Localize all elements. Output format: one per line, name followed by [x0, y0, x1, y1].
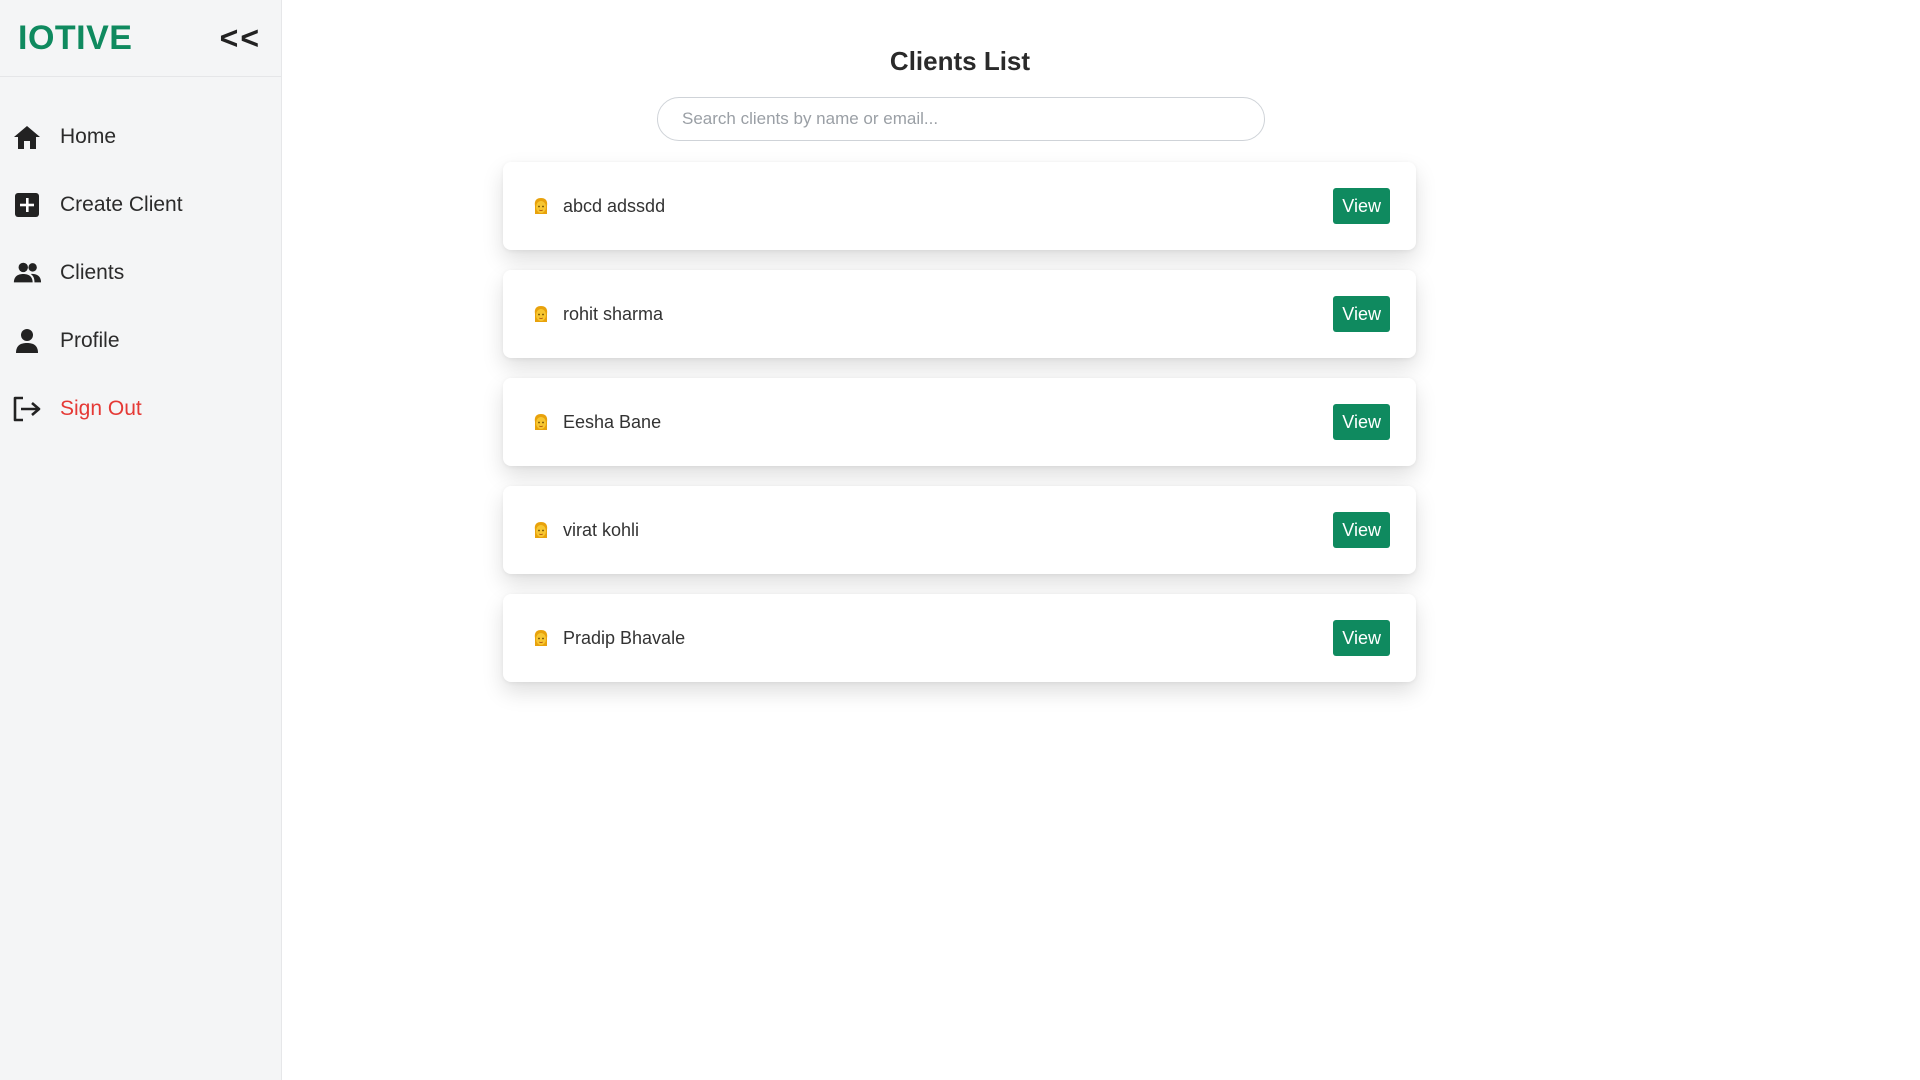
search-input[interactable]: [657, 97, 1265, 141]
sidebar-item-label: Home: [60, 125, 117, 148]
client-card: rohit sharma View: [503, 270, 1416, 358]
person-emoji-icon: [533, 521, 549, 539]
plus-square-icon: [12, 190, 42, 220]
client-name: virat kohli: [563, 519, 640, 540]
sidebar-item-sign-out[interactable]: Sign Out: [0, 375, 281, 443]
sidebar-header: IOTIVE <<: [0, 0, 281, 77]
sidebar-item-label: Profile: [60, 329, 120, 352]
client-card: Pradip Bhavale View: [503, 594, 1416, 682]
person-emoji-icon: [533, 305, 549, 323]
person-emoji-icon: [533, 413, 549, 431]
sidebar-item-label: Sign Out: [60, 397, 142, 420]
client-name: abcd adssdd: [563, 195, 666, 216]
person-emoji-icon: [533, 197, 549, 215]
user-icon: [12, 326, 42, 356]
sidebar-item-home[interactable]: Home: [0, 103, 281, 171]
sidebar-item-clients[interactable]: Clients: [0, 239, 281, 307]
view-client-button[interactable]: View: [1333, 296, 1390, 332]
client-name: Pradip Bhavale: [563, 627, 686, 648]
client-name: Eesha Bane: [563, 411, 662, 432]
view-client-button[interactable]: View: [1333, 512, 1390, 548]
sign-out-icon: [12, 394, 42, 424]
sidebar-item-label: Create Client: [60, 193, 183, 216]
main-content: Clients List abcd adssdd View rohit shar…: [282, 0, 1920, 1080]
collapse-sidebar-button[interactable]: <<: [220, 20, 261, 57]
users-icon: [12, 258, 42, 288]
person-emoji-icon: [533, 629, 549, 647]
view-client-button[interactable]: View: [1333, 404, 1390, 440]
view-client-button[interactable]: View: [1333, 188, 1390, 224]
sidebar: IOTIVE << Home Create Client Clients Pro…: [0, 0, 282, 1080]
home-icon: [12, 122, 42, 152]
sidebar-item-profile[interactable]: Profile: [0, 307, 281, 375]
view-client-button[interactable]: View: [1333, 620, 1390, 656]
client-card: abcd adssdd View: [503, 162, 1416, 250]
sidebar-nav: Home Create Client Clients Profile Sign …: [0, 103, 281, 443]
brand-logo[interactable]: IOTIVE: [18, 19, 132, 58]
client-card: virat kohli View: [503, 486, 1416, 574]
client-name: rohit sharma: [563, 303, 664, 324]
client-card: Eesha Bane View: [503, 378, 1416, 466]
sidebar-item-create-client[interactable]: Create Client: [0, 171, 281, 239]
page-title: Clients List: [889, 46, 1031, 76]
sidebar-item-label: Clients: [60, 261, 125, 284]
